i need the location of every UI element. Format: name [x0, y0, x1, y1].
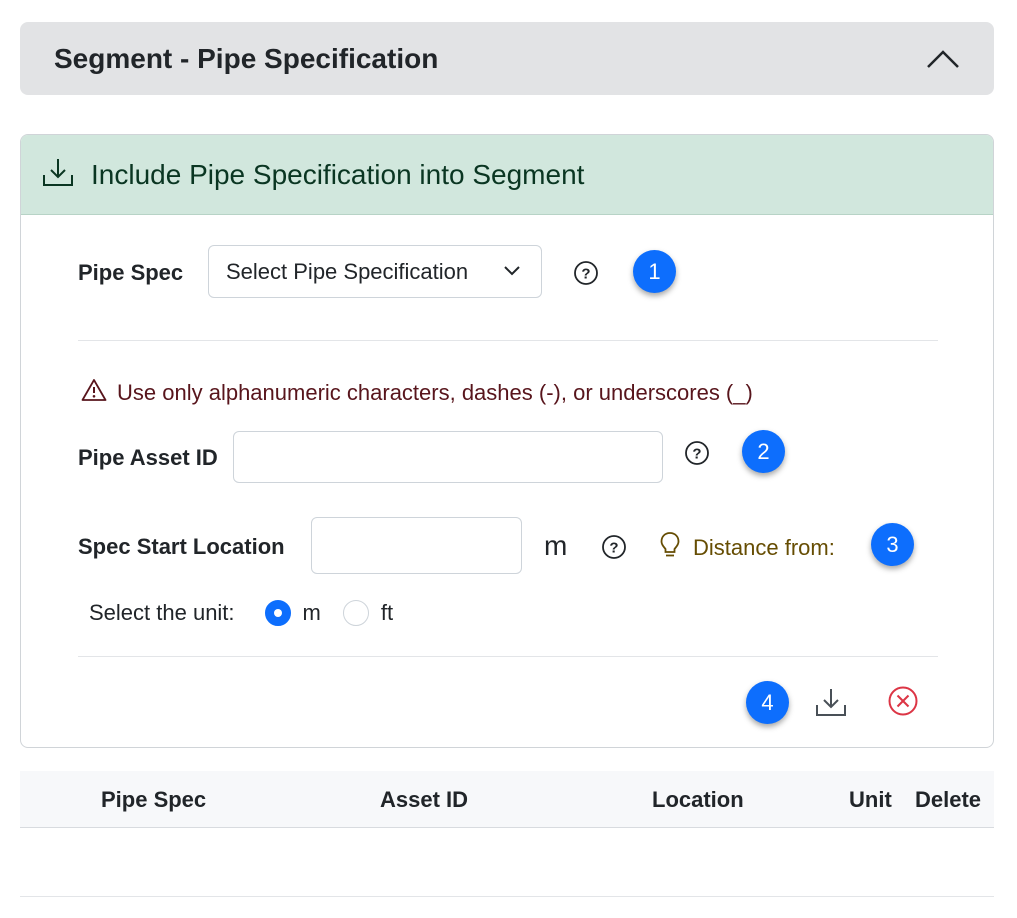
svg-text:?: ? — [692, 446, 701, 463]
svg-text:?: ? — [581, 266, 590, 283]
column-header-delete: Delete — [915, 787, 982, 812]
card-header: Include Pipe Specification into Segment — [21, 135, 993, 215]
distance-hint-text: Distance from: — [693, 535, 835, 560]
divider — [78, 656, 938, 657]
lightbulb-icon — [659, 531, 693, 565]
unit-radio-group: Select the unit: m ft — [89, 600, 393, 626]
accordion-header[interactable]: Segment - Pipe Specification — [20, 22, 994, 95]
start-location-unit: m — [544, 530, 568, 561]
distance-hint: Distance from: — [659, 531, 835, 565]
radio-unit-m[interactable] — [264, 600, 291, 626]
pipe-spec-label: Pipe Spec — [78, 260, 184, 285]
asset-id-label: Pipe Asset ID — [78, 445, 218, 470]
accordion-title: Segment - Pipe Specification — [54, 42, 439, 74]
chevron-up-icon[interactable] — [926, 49, 960, 69]
download-icon — [41, 155, 91, 194]
question-circle-icon[interactable]: ? — [573, 260, 599, 291]
step-badge-1: 1 — [633, 250, 676, 293]
column-header-unit: Unit — [849, 787, 892, 812]
validation-warning: Use only alphanumeric characters, dashes… — [81, 378, 753, 408]
pipe-spec-select[interactable]: Select Pipe Specification — [208, 245, 542, 298]
question-circle-icon[interactable]: ? — [601, 534, 627, 565]
cancel-button[interactable] — [886, 684, 920, 723]
table-bottom-border — [20, 896, 994, 897]
question-circle-icon[interactable]: ? — [684, 440, 710, 471]
step-badge-4: 4 — [746, 681, 789, 724]
include-spec-card: Include Pipe Specification into Segment … — [20, 134, 994, 748]
step-badge-3: 3 — [871, 523, 914, 566]
download-icon — [816, 689, 846, 716]
radio-unit-ft-label[interactable]: ft — [381, 600, 393, 626]
start-location-label: Spec Start Location — [78, 534, 285, 559]
asset-id-input[interactable] — [233, 431, 663, 483]
warning-triangle-icon — [81, 378, 117, 408]
column-header-asset-id: Asset ID — [380, 787, 469, 812]
pipe-spec-select-value: Select Pipe Specification — [226, 258, 469, 284]
column-header-location: Location — [652, 787, 744, 812]
radio-unit-m-label[interactable]: m — [303, 600, 321, 626]
spec-table-header: Pipe Spec Asset ID Location Unit Delete — [20, 771, 994, 828]
divider — [78, 340, 938, 341]
warning-text: Use only alphanumeric characters, dashes… — [117, 380, 753, 405]
column-header-pipe-spec: Pipe Spec — [101, 787, 207, 812]
svg-text:?: ? — [609, 540, 618, 557]
radio-unit-ft[interactable] — [342, 600, 369, 626]
close-circle-icon — [888, 686, 918, 716]
start-location-input[interactable] — [311, 517, 522, 574]
select-unit-label: Select the unit: — [89, 600, 235, 625]
card-header-title: Include Pipe Specification into Segment — [91, 158, 585, 190]
step-badge-2: 2 — [742, 430, 785, 473]
include-download-button[interactable] — [814, 685, 848, 724]
